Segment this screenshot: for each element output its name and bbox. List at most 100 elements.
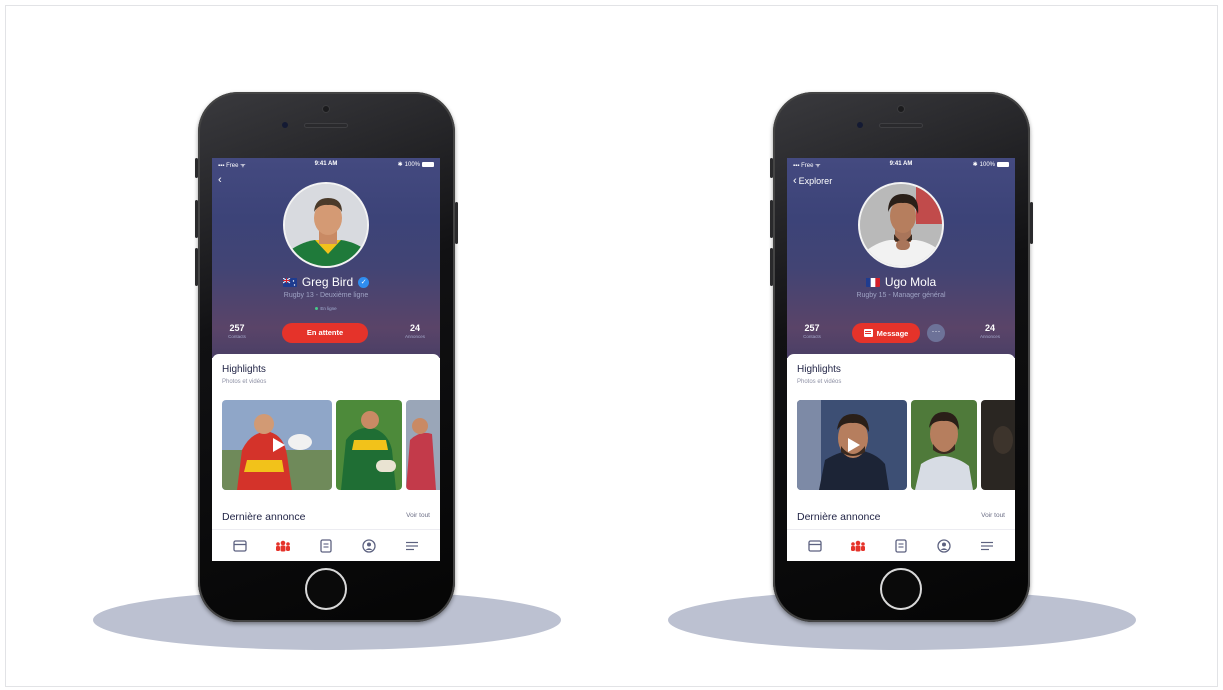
highlights-subtitle: Photos et vidéos bbox=[797, 379, 842, 385]
photo-thumbnail bbox=[911, 400, 977, 490]
contacts-count: 257 bbox=[229, 323, 245, 333]
profile-photo bbox=[285, 184, 367, 266]
battery-percent: 100% bbox=[979, 161, 995, 168]
highlights-title: Highlights bbox=[797, 364, 841, 375]
highlight-video[interactable] bbox=[797, 400, 907, 490]
front-camera bbox=[322, 105, 330, 113]
menu-icon bbox=[981, 541, 994, 550]
team-icon bbox=[275, 540, 290, 551]
profile-header: ▪▪▪ Free ᯤ 9:41 AM ✱ 100% ‹ Explorer Ugo… bbox=[787, 158, 1015, 358]
profile-subtitle: Rugby 15 - Manager général bbox=[856, 292, 946, 299]
tab-menu[interactable] bbox=[402, 536, 422, 556]
see-all-link[interactable]: Voir tout bbox=[981, 512, 1005, 519]
team-icon bbox=[850, 540, 865, 551]
profile-name-row: Greg Bird ✓ bbox=[212, 275, 440, 289]
tab-bar bbox=[787, 529, 1015, 561]
back-button[interactable]: ‹ Explorer bbox=[793, 175, 832, 186]
france-flag-icon bbox=[865, 277, 880, 287]
iphone-frame: ▪▪▪ Free ᯤ 9:41 AM ✱ 100% ‹ Explorer Ugo… bbox=[770, 92, 1033, 622]
app-screen: ▪▪▪ Free ᯤ 9:41 AM ✱ 100% ‹ Greg Bird ✓ … bbox=[212, 158, 440, 561]
tab-team[interactable] bbox=[273, 536, 293, 556]
contacts-label: Contacts bbox=[228, 334, 246, 339]
contacts-count: 257 bbox=[804, 323, 820, 333]
online-label: En ligne bbox=[320, 306, 337, 311]
profile-photo bbox=[860, 184, 942, 266]
front-camera bbox=[897, 105, 905, 113]
proximity-sensor bbox=[282, 122, 288, 128]
battery-icon bbox=[997, 162, 1009, 167]
profile-name-row: Ugo Mola bbox=[787, 275, 1015, 289]
contacts-stat[interactable]: 257 Contacts bbox=[797, 323, 827, 339]
pending-button[interactable]: En attente bbox=[282, 323, 368, 343]
annonces-stat[interactable]: 24 Annonces bbox=[975, 323, 1005, 339]
battery-icon bbox=[422, 162, 434, 167]
annonces-count: 24 bbox=[409, 323, 420, 333]
home-button[interactable] bbox=[880, 568, 922, 610]
more-options-button[interactable]: ··· bbox=[927, 324, 945, 342]
annonces-label: Annonces bbox=[979, 334, 1000, 339]
mute-switch bbox=[770, 158, 773, 178]
australia-flag-icon bbox=[282, 277, 297, 287]
home-button[interactable] bbox=[305, 568, 347, 610]
tab-profile[interactable] bbox=[934, 536, 954, 556]
annonces-stat[interactable]: 24 Annonces bbox=[400, 323, 430, 339]
annonces-label: Annonces bbox=[404, 334, 425, 339]
volume-down-button bbox=[195, 248, 198, 286]
power-button bbox=[455, 202, 458, 244]
phone-mockup-left: ▪▪▪ Free ᯤ 9:41 AM ✱ 100% ‹ Greg Bird ✓ … bbox=[93, 0, 563, 690]
menu-icon bbox=[406, 541, 419, 550]
tab-calendar[interactable] bbox=[805, 536, 825, 556]
phone-mockup-right: ▪▪▪ Free ᯤ 9:41 AM ✱ 100% ‹ Explorer Ugo… bbox=[668, 0, 1138, 690]
tab-profile[interactable] bbox=[359, 536, 379, 556]
chevron-left-icon: ‹ bbox=[218, 174, 222, 186]
document-icon bbox=[320, 538, 332, 553]
photo-thumbnail bbox=[336, 400, 402, 490]
bluetooth-icon: ✱ bbox=[972, 162, 978, 168]
battery-indicator: ✱ 100% bbox=[973, 161, 1009, 168]
volume-down-button bbox=[770, 248, 773, 286]
highlight-video[interactable] bbox=[222, 400, 332, 490]
highlight-photo[interactable] bbox=[981, 400, 1015, 490]
tab-documents[interactable] bbox=[316, 536, 336, 556]
photo-thumbnail bbox=[406, 400, 440, 490]
highlights-subtitle: Photos et vidéos bbox=[222, 379, 267, 385]
tab-calendar[interactable] bbox=[230, 536, 250, 556]
photo-thumbnail bbox=[981, 400, 1015, 490]
tab-team[interactable] bbox=[848, 536, 868, 556]
highlights-title: Highlights bbox=[222, 364, 266, 375]
proximity-sensor bbox=[857, 122, 863, 128]
verified-badge-icon: ✓ bbox=[358, 276, 370, 288]
online-status: En ligne bbox=[212, 306, 440, 311]
latest-announcement-title: Dernière annonce bbox=[222, 511, 306, 523]
annonces-count: 24 bbox=[984, 323, 995, 333]
highlights-carousel[interactable] bbox=[797, 400, 1015, 492]
profile-name: Greg Bird bbox=[301, 275, 354, 289]
profile-name: Ugo Mola bbox=[884, 275, 937, 289]
contacts-label: Contacts bbox=[803, 334, 821, 339]
contacts-stat[interactable]: 257 Contacts bbox=[222, 323, 252, 339]
tab-documents[interactable] bbox=[891, 536, 911, 556]
battery-indicator: ✱ 100% bbox=[398, 161, 434, 168]
latest-announcement-title: Dernière annonce bbox=[797, 511, 881, 523]
profile-header: ▪▪▪ Free ᯤ 9:41 AM ✱ 100% ‹ Greg Bird ✓ … bbox=[212, 158, 440, 358]
online-dot-icon bbox=[315, 307, 319, 311]
app-screen: ▪▪▪ Free ᯤ 9:41 AM ✱ 100% ‹ Explorer Ugo… bbox=[787, 158, 1015, 561]
highlights-carousel[interactable] bbox=[222, 400, 440, 492]
tab-menu[interactable] bbox=[977, 536, 997, 556]
see-all-link[interactable]: Voir tout bbox=[406, 512, 430, 519]
profile-avatar[interactable] bbox=[858, 182, 944, 268]
highlight-photo[interactable] bbox=[911, 400, 977, 490]
highlight-photo[interactable] bbox=[336, 400, 402, 490]
back-button[interactable]: ‹ bbox=[218, 174, 224, 186]
status-bar: ▪▪▪ Free ᯤ 9:41 AM ✱ 100% bbox=[212, 158, 440, 170]
profile-icon bbox=[362, 538, 376, 553]
bluetooth-icon: ✱ bbox=[397, 162, 403, 168]
highlight-photo[interactable] bbox=[406, 400, 440, 490]
play-icon bbox=[848, 438, 860, 452]
profile-avatar[interactable] bbox=[283, 182, 369, 268]
calendar-icon bbox=[807, 539, 822, 552]
battery-percent: 100% bbox=[404, 161, 420, 168]
status-bar: ▪▪▪ Free ᯤ 9:41 AM ✱ 100% bbox=[787, 158, 1015, 170]
profile-icon bbox=[937, 538, 951, 553]
message-button[interactable]: Message bbox=[852, 323, 920, 343]
